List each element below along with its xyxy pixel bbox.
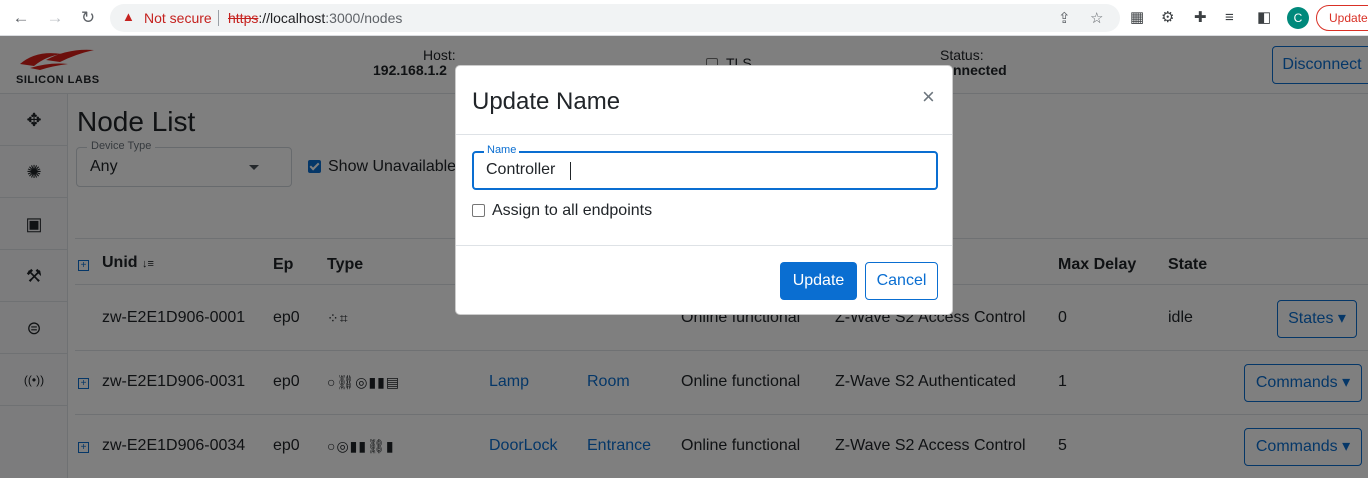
extension-gear-icon[interactable]: ⚙ [1161, 8, 1174, 28]
avatar[interactable]: C [1287, 7, 1309, 29]
warning-icon: ▲ [122, 9, 135, 24]
name-field-legend: Name [484, 144, 520, 156]
share-icon[interactable]: ⇪ [1058, 9, 1071, 27]
puzzle-icon[interactable]: ✚ [1194, 8, 1207, 28]
browser-update-button[interactable]: Update [1316, 5, 1368, 31]
url-path: :3000/nodes [325, 10, 403, 26]
browser-toolbar: ← → ↻ ▲ Not secure https://localhost:300… [0, 0, 1368, 36]
cancel-button[interactable]: Cancel [865, 262, 938, 300]
sidepanel-icon[interactable]: ◧ [1257, 8, 1271, 28]
back-icon[interactable]: ← [10, 7, 32, 29]
url-host: ://localhost [258, 10, 326, 26]
text-cursor [570, 162, 571, 180]
forward-icon[interactable]: → [44, 7, 66, 29]
modal-header-divider [456, 134, 952, 135]
modal-title: Update Name [472, 88, 621, 115]
name-input[interactable] [486, 161, 926, 179]
update-button[interactable]: Update [780, 262, 857, 300]
modal-footer-divider [456, 245, 952, 246]
address-bar[interactable]: ▲ Not secure https://localhost:3000/node… [110, 4, 1120, 32]
assign-all-checkbox[interactable] [472, 204, 485, 217]
not-secure-label[interactable]: Not secure [144, 10, 212, 26]
update-name-modal: Update Name × Name Assign to all endpoin… [455, 65, 953, 315]
star-icon[interactable]: ☆ [1090, 9, 1103, 27]
url-text[interactable]: https://localhost:3000/nodes [228, 10, 402, 26]
url-scheme: https [228, 10, 259, 26]
qr-icon[interactable]: ▦ [1130, 8, 1144, 28]
reload-icon[interactable]: ↻ [77, 7, 99, 29]
omnibox-separator [218, 10, 219, 26]
name-field[interactable]: Name [472, 144, 938, 190]
assign-all-label[interactable]: Assign to all endpoints [492, 202, 652, 220]
media-icon[interactable]: ≡ [1225, 8, 1234, 28]
close-icon[interactable]: × [922, 86, 935, 108]
